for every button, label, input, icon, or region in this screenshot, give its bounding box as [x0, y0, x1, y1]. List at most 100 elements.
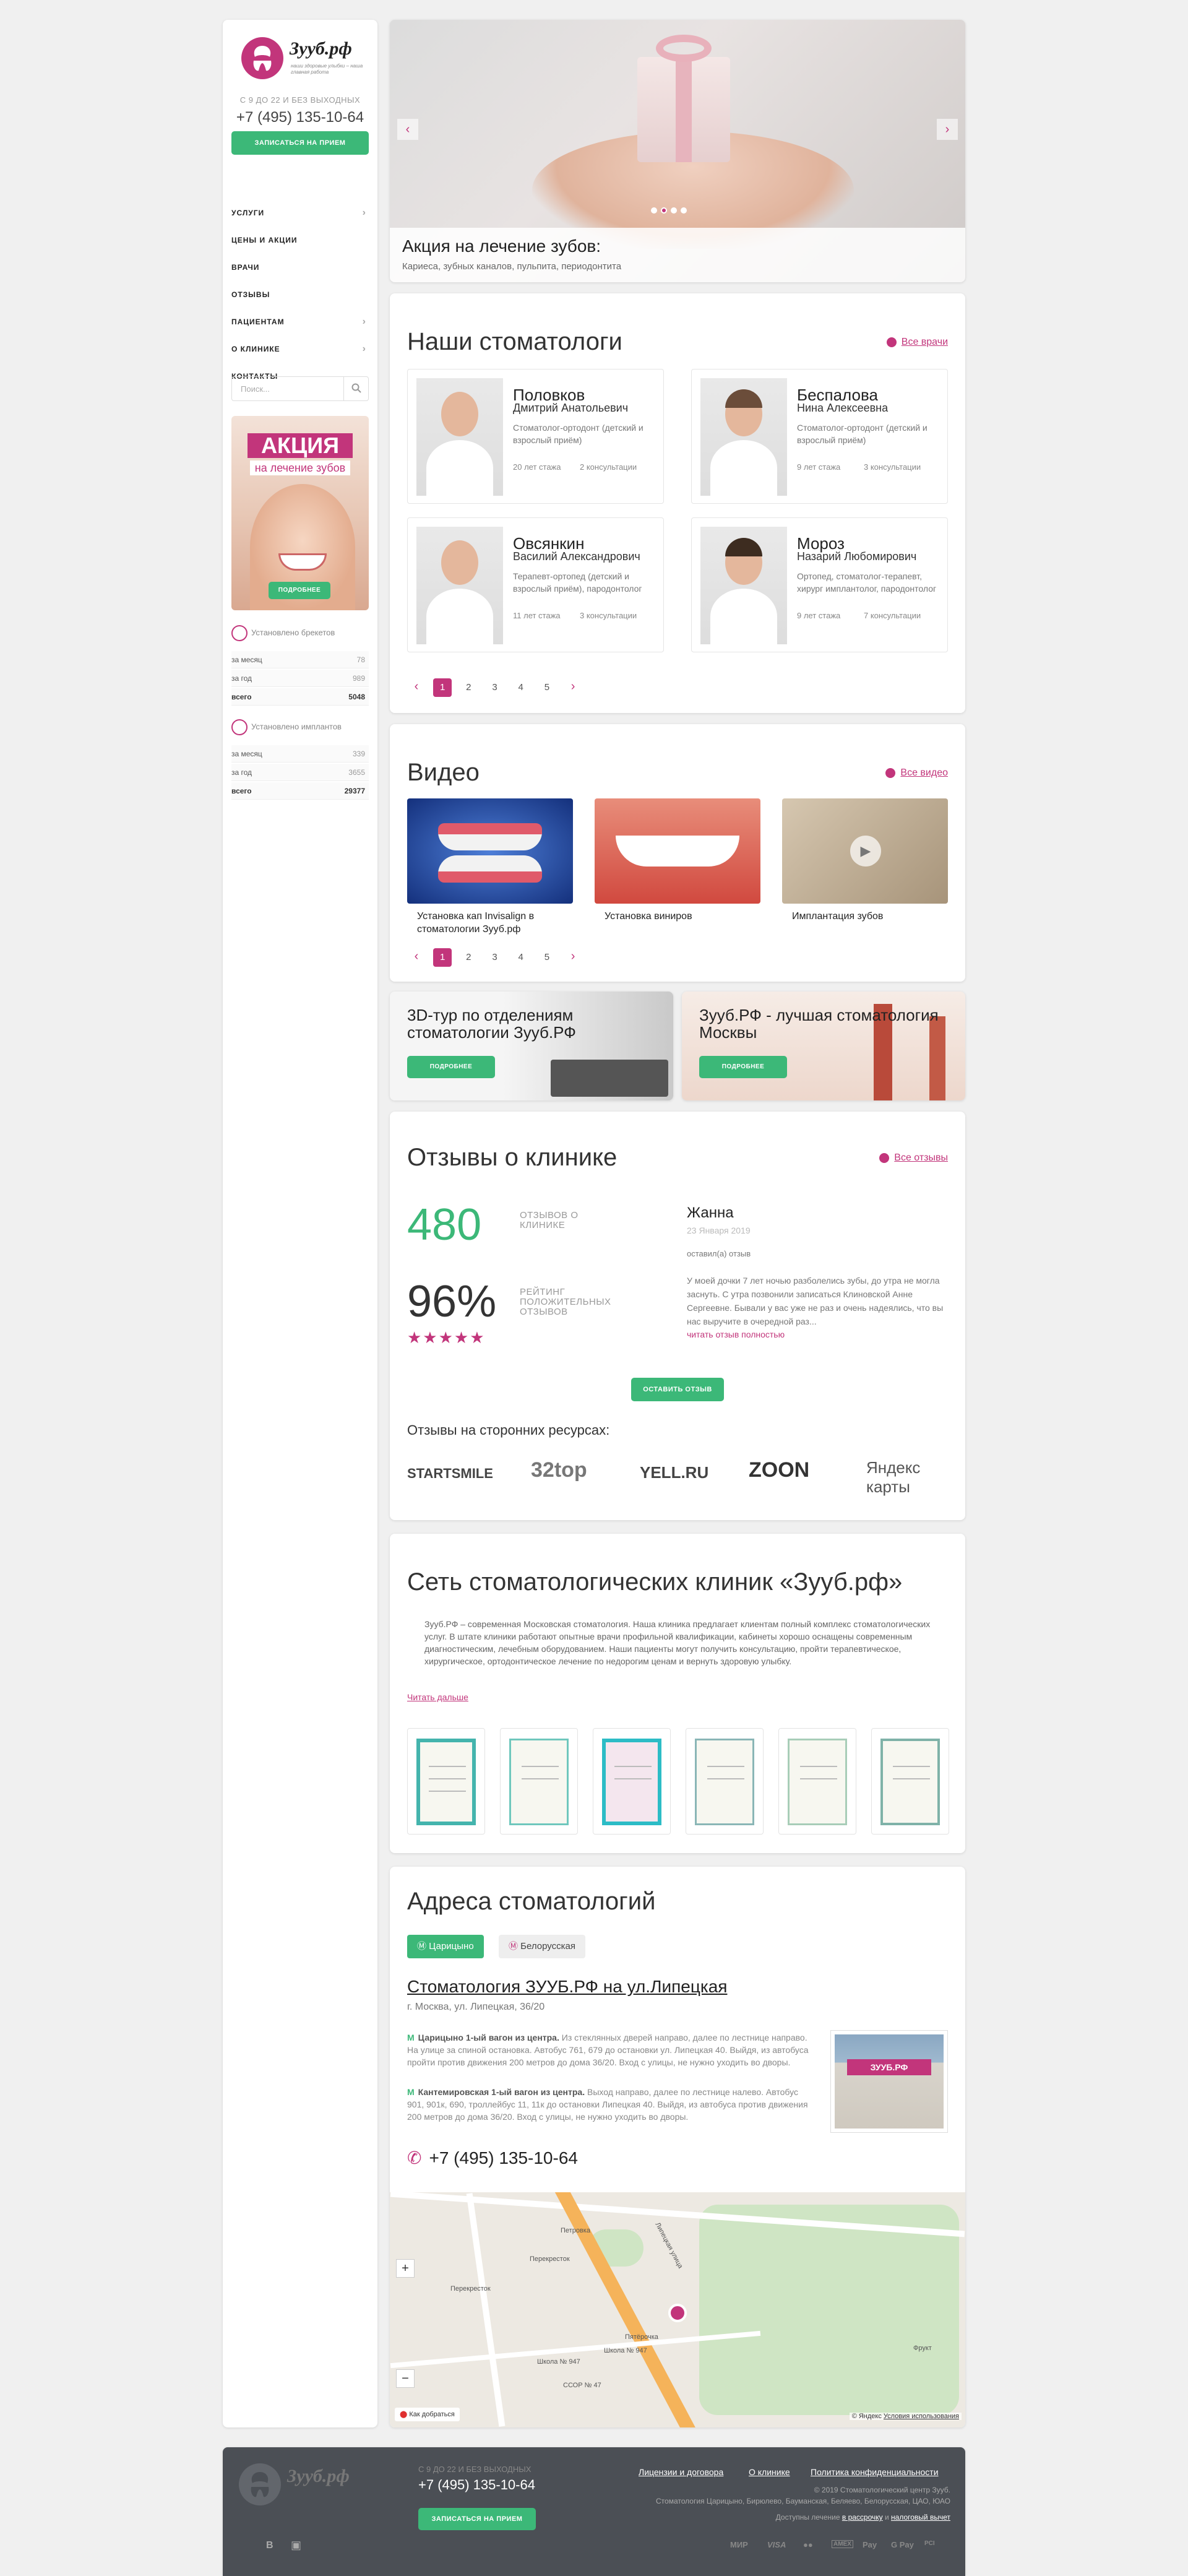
vk-icon[interactable]: В: [266, 2540, 273, 2551]
doctor-name: Нина Алексеевна: [797, 402, 889, 414]
menu-item-reviews[interactable]: ОТЗЫВЫ: [231, 281, 369, 308]
yandex-map[interactable]: + − Петровка Перекресток Перекресток Пят…: [390, 2192, 965, 2427]
video-thumbnail[interactable]: [407, 798, 573, 904]
zoom-out-button[interactable]: −: [396, 2369, 415, 2388]
tax-deduction-link[interactable]: налоговый вычет: [891, 2513, 950, 2522]
amex-icon: AMEX: [832, 2540, 853, 2548]
search-button[interactable]: [343, 377, 368, 400]
next-page-button[interactable]: ›: [564, 677, 582, 696]
page-button[interactable]: 2: [459, 678, 478, 697]
doctor-card[interactable]: Мороз Назарий Любомирович Ортопед, стома…: [691, 517, 948, 652]
doctor-card[interactable]: Овсянкин Василий Александрович Терапевт-…: [407, 517, 664, 652]
video-caption[interactable]: Установка кап Invisalign в стоматологии …: [417, 910, 583, 936]
page-button[interactable]: 5: [538, 678, 556, 697]
reviews-count: 480: [407, 1200, 482, 1250]
apple-pay-icon: Pay: [863, 2540, 877, 2549]
slider-prev-button[interactable]: ‹: [397, 119, 418, 140]
video-thumbnail[interactable]: [595, 798, 760, 904]
doctor-experience: 11 лет стажа: [513, 611, 561, 620]
slider-dot-active[interactable]: [661, 207, 667, 214]
doctor-specialty: Ортопед, стоматолог-терапевт, хирург имп…: [797, 571, 937, 594]
page-button-active[interactable]: 1: [433, 948, 452, 967]
tour-banner[interactable]: 3D-тур по отделениям стоматологии Зууб.Р…: [390, 992, 673, 1100]
menu-item-services[interactable]: УСЛУГИ ›: [231, 199, 369, 227]
page-button[interactable]: 4: [512, 948, 530, 967]
page-button[interactable]: 3: [486, 678, 504, 697]
all-reviews-link[interactable]: Все отзывы: [879, 1152, 948, 1164]
logo[interactable]: Зууб.рф наши здоровые улыбки – наша глав…: [240, 33, 364, 85]
doctor-photo: [416, 527, 503, 644]
slider-dot[interactable]: [671, 207, 677, 214]
all-doctors-link[interactable]: Все врачи: [886, 337, 948, 348]
promo-button[interactable]: Подробнее: [269, 582, 330, 599]
startsmile-logo[interactable]: STARTSMILE: [407, 1466, 493, 1482]
reviews-section: Отзывы о клинике Все отзывы 480 ОТЗЫВОВ …: [390, 1112, 965, 1520]
review-read-more-link[interactable]: читать отзыв полностью: [687, 1329, 785, 1339]
banner-button[interactable]: Подробнее: [699, 1056, 787, 1078]
yandex-maps-logo[interactable]: Яндекс карты: [866, 1458, 953, 1497]
read-more-link[interactable]: Читать дальше: [407, 1692, 468, 1702]
prev-page-button[interactable]: ‹: [407, 677, 426, 696]
clinic-photo[interactable]: ЗУУБ.РФ: [830, 2030, 948, 2133]
licenses-link[interactable]: Лицензии и договора: [639, 2467, 723, 2477]
slider-dot[interactable]: [651, 207, 657, 214]
zoon-logo[interactable]: ZOON: [749, 1458, 809, 1482]
leave-review-button[interactable]: Оставить отзыв: [631, 1378, 724, 1401]
video-caption[interactable]: Имплантация зубов: [792, 910, 958, 923]
braces-row: за месяц 78: [231, 651, 369, 668]
next-page-button[interactable]: ›: [564, 947, 582, 966]
appointment-button[interactable]: Записаться на прием: [231, 131, 369, 155]
slider-next-button[interactable]: ›: [937, 119, 958, 140]
footer-appointment-button[interactable]: Записаться на прием: [418, 2508, 536, 2530]
license-certificate[interactable]: [778, 1728, 856, 1835]
visa-icon: VISA: [767, 2540, 786, 2549]
search-input[interactable]: Поиск...: [241, 384, 270, 394]
license-certificate[interactable]: [593, 1728, 671, 1835]
clinic-name-link[interactable]: Стоматология ЗУУБ.РФ на ул.Липецкая: [407, 1977, 727, 1997]
prev-page-button[interactable]: ‹: [407, 947, 426, 966]
location-pin-icon: ⬤: [400, 2411, 410, 2418]
banner-button[interactable]: Подробнее: [407, 1056, 495, 1078]
license-certificate[interactable]: [871, 1728, 949, 1835]
instagram-icon[interactable]: ▣: [291, 2539, 301, 2552]
yell-logo[interactable]: YELL.RU: [640, 1463, 708, 1482]
menu-item-about[interactable]: О КЛИНИКЕ ›: [231, 335, 369, 363]
review-action: оставил(а) отзыв: [687, 1249, 751, 1258]
doctor-card[interactable]: Половков Дмитрий Анатольевич Стоматолог-…: [407, 369, 664, 504]
metro-icon: Ⓜ: [417, 1941, 429, 1951]
map-pin-icon[interactable]: [668, 2304, 687, 2322]
phone-number[interactable]: +7 (495) 135-10-64: [223, 109, 377, 126]
best-clinic-banner[interactable]: Зууб.РФ - лучшая стоматология Москвы Под…: [682, 992, 965, 1100]
privacy-link[interactable]: Политика конфиденциальности: [811, 2467, 939, 2477]
search-field[interactable]: Поиск...: [231, 376, 369, 401]
installment-link[interactable]: в рассрочку: [842, 2513, 883, 2522]
slider-dot[interactable]: [681, 207, 687, 214]
promo-banner[interactable]: АКЦИЯ на лечение зубов Подробнее: [231, 416, 369, 610]
working-hours: С 9 ДО 22 И БЕЗ ВЫХОДНЫХ: [239, 95, 361, 105]
32top-logo[interactable]: 32top: [531, 1458, 587, 1482]
menu-item-doctors[interactable]: ВРАЧИ: [231, 254, 369, 281]
menu-item-prices[interactable]: ЦЕНЫ И АКЦИИ: [231, 227, 369, 254]
page-button[interactable]: 3: [486, 948, 504, 967]
page-button-active[interactable]: 1: [433, 678, 452, 697]
map-terms-link[interactable]: Условия использования: [884, 2413, 959, 2420]
license-certificate[interactable]: [407, 1728, 485, 1835]
page-button[interactable]: 5: [538, 948, 556, 967]
tab-tsaritsyno[interactable]: Ⓜ Царицыно: [407, 1935, 484, 1958]
footer-phone[interactable]: +7 (495) 135-10-64: [418, 2477, 535, 2493]
menu-item-patients[interactable]: ПАЦИЕНТАМ ›: [231, 308, 369, 335]
zoom-in-button[interactable]: +: [396, 2259, 415, 2278]
doctor-card[interactable]: Беспалова Нина Алексеевна Стоматолог-орт…: [691, 369, 948, 504]
all-videos-link[interactable]: Все видео: [885, 767, 948, 779]
page-button[interactable]: 2: [459, 948, 478, 967]
license-certificate[interactable]: [500, 1728, 578, 1835]
video-caption[interactable]: Установка виниров: [605, 910, 770, 923]
about-link[interactable]: О клинике: [749, 2467, 790, 2477]
page-button[interactable]: 4: [512, 678, 530, 697]
clinic-phone[interactable]: ✆ +7 (495) 135-10-64: [407, 2148, 578, 2168]
license-certificate[interactable]: [686, 1728, 764, 1835]
directions-button[interactable]: ⬤ Как добраться: [395, 2408, 460, 2421]
tab-belorusskaya[interactable]: Ⓜ Белорусская: [499, 1935, 585, 1958]
video-thumbnail[interactable]: ▶: [782, 798, 948, 904]
route-description: M Царицыно 1-ый вагон из центра. Из стекл…: [407, 2033, 809, 2067]
